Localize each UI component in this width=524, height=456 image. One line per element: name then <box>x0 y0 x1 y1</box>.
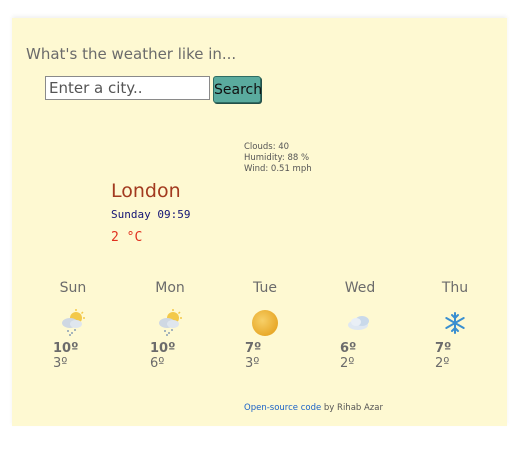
city-search-input[interactable] <box>45 76 210 100</box>
sun-icon <box>252 310 278 336</box>
day-high-temp: 10º <box>53 341 79 356</box>
day-low-temp: 3º <box>53 356 68 371</box>
day-low-temp: 6º <box>150 356 165 371</box>
day-high-temp: 10º <box>150 341 176 356</box>
day-high-temp: 7º <box>245 341 262 356</box>
clouds-text: Clouds: 40 <box>244 142 290 152</box>
day-low-temp: 2º <box>435 356 450 371</box>
day-name: Thu <box>441 280 469 296</box>
day-low-temp: 3º <box>245 356 260 371</box>
current-datetime: Sunday 09:59 <box>111 208 191 221</box>
forecast-row: Sun 10º 3º Mon 10º 6º Tue 7º 3º Wed 6º 2… <box>12 280 507 380</box>
search-button[interactable]: Search <box>213 76 262 103</box>
snowflake-icon <box>445 312 465 334</box>
day-high-temp: 7º <box>435 341 452 356</box>
author-credit: by Rihab Azar <box>321 403 383 413</box>
day-low-temp: 2º <box>340 356 355 371</box>
search-prompt: What's the weather like in... <box>26 45 237 63</box>
wind-text: Wind: 0.51 mph <box>244 164 312 174</box>
forecast-day-mon: Mon 10º 6º <box>130 280 210 371</box>
day-high-temp: 6º <box>340 341 357 356</box>
day-name: Mon <box>155 280 185 296</box>
humidity-text: Humidity: 88 % <box>244 153 310 163</box>
forecast-day-thu: Thu 7º 2º <box>415 280 495 371</box>
footer-credit: Open-source code by Rihab Azar <box>244 403 383 413</box>
weather-card: What's the weather like in... Search Clo… <box>12 18 507 426</box>
cloud-icon <box>348 316 369 330</box>
forecast-day-wed: Wed 6º 2º <box>320 280 400 371</box>
snow-cloud-sun-icon <box>62 309 85 336</box>
forecast-day-tue: Tue 7º 3º <box>225 280 305 371</box>
day-name: Tue <box>253 280 277 296</box>
source-code-link[interactable]: Open-source code <box>244 403 321 413</box>
city-name: London <box>111 180 181 202</box>
weather-details: Clouds: 40 Humidity: 88 % Wind: 0.51 mph <box>244 142 312 175</box>
snow-cloud-sun-icon <box>159 309 182 336</box>
forecast-day-sun: Sun 10º 3º <box>33 280 113 371</box>
current-temperature: 2 °C <box>111 230 143 245</box>
day-name: Sun <box>59 280 87 296</box>
day-name: Wed <box>344 280 376 296</box>
